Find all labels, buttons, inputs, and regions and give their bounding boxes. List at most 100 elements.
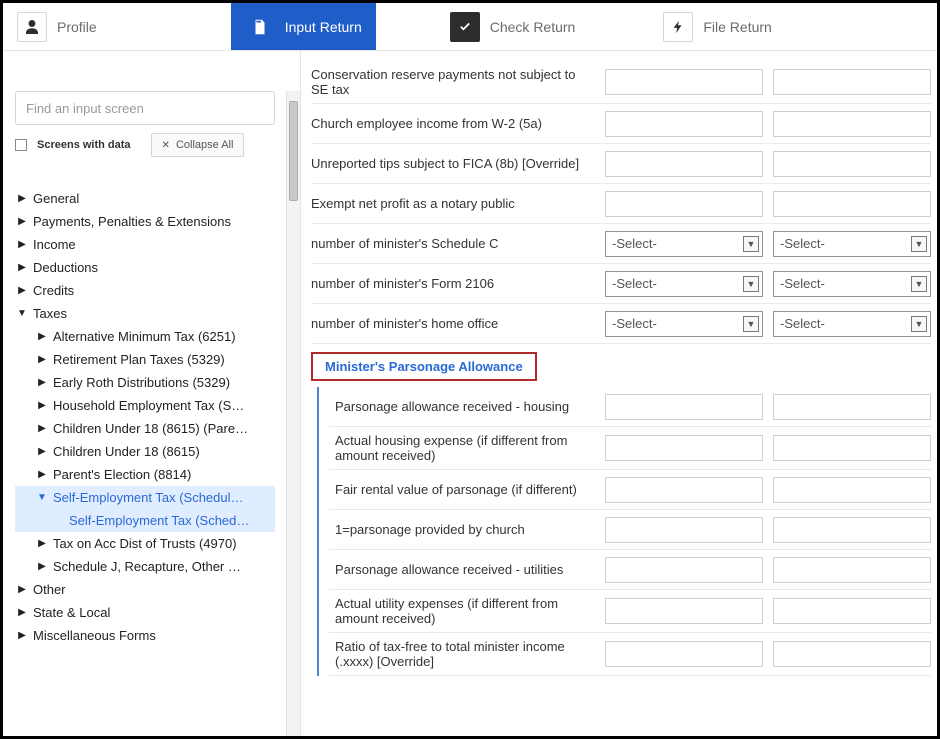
- select-input[interactable]: -Select- ▼: [773, 231, 931, 257]
- tree-item-label: Household Employment Tax (S…: [53, 398, 244, 413]
- tree-item-label: Children Under 18 (8615) (Pare…: [53, 421, 248, 436]
- tree-item[interactable]: ▶Credits: [15, 279, 275, 302]
- tree-item[interactable]: ▶ Parent's Election (8814): [15, 463, 275, 486]
- tree-item[interactable]: ▶ General: [15, 187, 275, 210]
- screens-with-data-checkbox[interactable]: [15, 139, 27, 151]
- tree-item[interactable]: ▶Household Employment Tax (S…: [15, 394, 275, 417]
- tree-item-label: State & Local: [33, 605, 110, 620]
- tab-profile[interactable]: Profile: [3, 3, 111, 50]
- text-input[interactable]: [773, 477, 931, 503]
- text-input[interactable]: [773, 641, 931, 667]
- tree-item[interactable]: ▶Schedule J, Recapture, Other …: [15, 555, 275, 578]
- collapse-all-button[interactable]: ✕ Collapse All: [151, 133, 245, 157]
- select-input[interactable]: -Select-▼: [605, 311, 763, 337]
- text-input[interactable]: [773, 598, 931, 624]
- tree-item-label: Tax on Acc Dist of Trusts (4970): [53, 536, 237, 551]
- tree-item[interactable]: ▶Income: [15, 233, 275, 256]
- text-input[interactable]: [605, 394, 763, 420]
- tab-check-return[interactable]: Check Return: [436, 3, 590, 50]
- section-heading-row: Minister's Parsonage Allowance: [311, 344, 931, 385]
- tree-item-label: Payments, Penalties & Extensions: [33, 214, 231, 229]
- tree-item[interactable]: ▶ Children Under 18 (8615) (Pare…: [15, 417, 275, 440]
- tree-item-label: Miscellaneous Forms: [33, 628, 156, 643]
- select-input[interactable]: -Select- ▼: [773, 271, 931, 297]
- text-input[interactable]: [605, 641, 763, 667]
- form-row: number of minister's home office -Select-…: [311, 304, 931, 344]
- text-input[interactable]: [773, 191, 931, 217]
- tree-item[interactable]: ▶Other: [15, 578, 275, 601]
- form-row-label: number of minister's home office: [311, 316, 595, 331]
- caret-right-icon: ▶: [37, 377, 47, 388]
- tree-item-label: Deductions: [33, 260, 98, 275]
- tree-item-label: Other: [33, 582, 66, 597]
- select-input[interactable]: -Select-▼: [605, 231, 763, 257]
- user-icon: [17, 12, 47, 42]
- tree-item[interactable]: Self-Employment Tax (Sched…: [15, 509, 275, 532]
- caret-right-icon: ▶: [17, 216, 27, 227]
- text-input[interactable]: [605, 191, 763, 217]
- tree-item[interactable]: ▼Taxes: [15, 302, 275, 325]
- caret-right-icon: ▶: [17, 607, 27, 618]
- sidebar-toolbar: Screens with data ✕ Collapse All: [15, 133, 296, 157]
- tree-item[interactable]: ▶Children Under 18 (8615): [15, 440, 275, 463]
- select-value: -Select-: [780, 276, 825, 291]
- text-input[interactable]: [773, 151, 931, 177]
- tree-item[interactable]: ▼Self-Employment Tax (Schedul…: [15, 486, 275, 509]
- tree-item[interactable]: ▶Miscellaneous Forms: [15, 624, 275, 647]
- tree-item[interactable]: ▶ Payments, Penalties & Extensions: [15, 210, 275, 233]
- text-input[interactable]: [773, 69, 931, 95]
- caret-right-icon: ▶: [17, 193, 27, 204]
- chevron-down-icon: ▼: [911, 276, 927, 292]
- text-input[interactable]: [773, 557, 931, 583]
- search-input[interactable]: Find an input screen: [15, 91, 275, 125]
- tree-item[interactable]: ▶Tax on Acc Dist of Trusts (4970): [15, 532, 275, 555]
- caret-right-icon: ▶: [37, 423, 47, 434]
- caret-right-icon: ▶: [37, 446, 47, 457]
- tree-item[interactable]: ▶ State & Local: [15, 601, 275, 624]
- caret-right-icon: ▶: [37, 469, 47, 480]
- text-input[interactable]: [605, 477, 763, 503]
- text-input[interactable]: [605, 557, 763, 583]
- sidebar-scrollbar[interactable]: [286, 91, 300, 736]
- tab-file-return[interactable]: File Return: [649, 3, 785, 50]
- tab-profile-label: Profile: [57, 19, 97, 35]
- text-input[interactable]: [773, 517, 931, 543]
- select-value: -Select-: [612, 276, 657, 291]
- text-input[interactable]: [773, 111, 931, 137]
- select-value: -Select-: [780, 236, 825, 251]
- text-input[interactable]: [773, 435, 931, 461]
- text-input[interactable]: [605, 517, 763, 543]
- form-row: Parsonage allowance received - housing: [329, 387, 931, 427]
- collapse-icon: ✕: [162, 140, 170, 151]
- check-icon: [450, 12, 480, 42]
- tree-item-label: General: [33, 191, 79, 206]
- form-row-label: Unreported tips subject to FICA (8b) [Ov…: [311, 156, 595, 171]
- form-row: number of minister's Schedule C-Select-▼…: [311, 224, 931, 264]
- form-row-label: Exempt net profit as a notary public: [311, 196, 595, 211]
- tree-item[interactable]: ▶Deductions: [15, 256, 275, 279]
- tree-item[interactable]: ▶Early Roth Distributions (5329): [15, 371, 275, 394]
- text-input[interactable]: [605, 111, 763, 137]
- form-row: Actual utility expenses (if different fr…: [329, 590, 931, 633]
- tree-item-label: Parent's Election (8814): [53, 467, 191, 482]
- form-row: Fair rental value of parsonage (if diffe…: [329, 470, 931, 510]
- form-row: Parsonage allowance received - utilities: [329, 550, 931, 590]
- text-input[interactable]: [773, 394, 931, 420]
- tree-item-label: Alternative Minimum Tax (6251): [53, 329, 236, 344]
- chevron-down-icon: ▼: [911, 236, 927, 252]
- tab-input-return[interactable]: Input Return: [231, 3, 376, 50]
- text-input[interactable]: [605, 69, 763, 95]
- scrollbar-thumb[interactable]: [289, 101, 298, 201]
- form-row-label: Fair rental value of parsonage (if diffe…: [329, 482, 595, 497]
- select-input[interactable]: -Select-▼: [605, 271, 763, 297]
- text-input[interactable]: [605, 598, 763, 624]
- document-icon: [245, 12, 275, 42]
- select-value: -Select-: [612, 316, 657, 331]
- text-input[interactable]: [605, 435, 763, 461]
- tree-item-label: Credits: [33, 283, 74, 298]
- tree-item[interactable]: ▶Retirement Plan Taxes (5329): [15, 348, 275, 371]
- select-input[interactable]: -Select-▼: [773, 311, 931, 337]
- text-input[interactable]: [605, 151, 763, 177]
- chevron-down-icon: ▼: [911, 316, 927, 332]
- tree-item[interactable]: ▶Alternative Minimum Tax (6251): [15, 325, 275, 348]
